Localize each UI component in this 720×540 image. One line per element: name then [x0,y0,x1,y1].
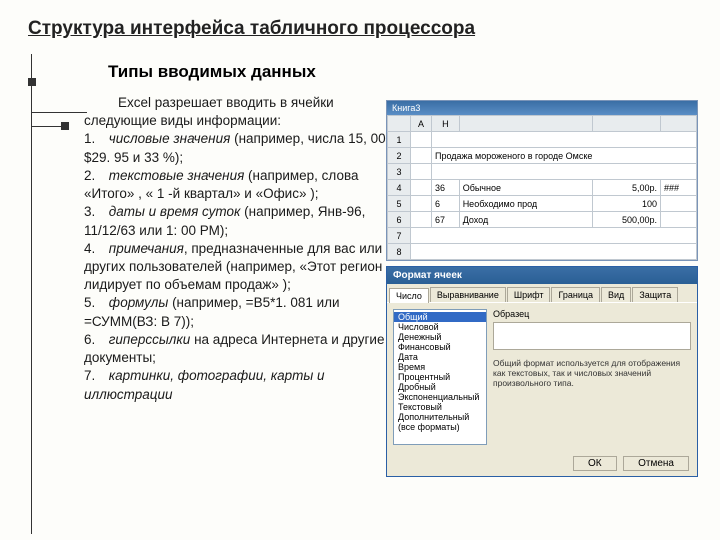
cell[interactable]: 36 [431,180,459,196]
list-item: 6. гиперссылки на адреса Интернета и дру… [84,331,404,367]
cell[interactable] [411,244,697,260]
cell[interactable]: 6 [431,196,459,212]
cell[interactable] [411,196,432,212]
tab-border[interactable]: Граница [551,287,600,302]
list-item[interactable]: Финансовый [394,342,486,352]
row-header[interactable]: 2 [388,148,411,164]
cell[interactable] [411,164,432,180]
ok-button[interactable]: ОК [573,456,617,471]
row-header[interactable]: 4 [388,180,411,196]
col-header[interactable] [661,116,697,132]
list-item[interactable]: Денежный [394,332,486,342]
cancel-button[interactable]: Отмена [623,456,689,471]
cell[interactable] [411,180,432,196]
row-header[interactable]: 8 [388,244,411,260]
cell[interactable]: 500,00р. [592,212,661,228]
dialog-title: Формат ячеек [387,267,697,284]
col-header[interactable] [459,116,592,132]
list-item[interactable]: Общий [394,312,486,322]
tab-number[interactable]: Число [389,288,429,303]
list-item: 5. формулы (например, =В5*1. 081 или =СУ… [84,294,404,330]
cell[interactable]: Продажа мороженого в городе Омске [431,148,696,164]
list-item[interactable]: (все форматы) [394,422,486,432]
cell[interactable] [411,148,432,164]
list-item[interactable]: Текстовый [394,402,486,412]
tab-alignment[interactable]: Выравнивание [430,287,506,302]
list-item: 7. картинки, фотографии, карты и иллюстр… [84,367,404,403]
spreadsheet-grid[interactable]: А Н 1 2 Продажа мороженого в городе Омске… [387,115,697,260]
tab-fill[interactable]: Вид [601,287,631,302]
list-item: 3. даты и время суток (например, Янв-96,… [84,203,404,239]
decoration-tick [31,126,65,127]
sample-box [493,322,691,350]
body-text: Excel разрешает вводить в ячейки следующ… [84,94,404,404]
dialog-tabs: Число Выравнивание Шрифт Граница Вид Защ… [387,284,697,302]
lead-text: Excel разрешает вводить в ячейки следующ… [84,94,404,130]
tab-protection[interactable]: Защита [632,287,678,302]
cell[interactable]: Обычное [459,180,592,196]
row-header[interactable]: 1 [388,132,411,148]
col-header[interactable] [592,116,661,132]
cell[interactable] [411,212,432,228]
col-header[interactable]: А [411,116,432,132]
cell[interactable] [661,212,697,228]
cell[interactable]: 100 [592,196,661,212]
cell[interactable] [411,228,697,244]
cell[interactable] [431,132,696,148]
list-item[interactable]: Дополнительный [394,412,486,422]
list-item[interactable]: Время [394,362,486,372]
list-item: 1. числовые значения (например, числа 15… [84,130,404,166]
workbook-title: Книга3 [387,101,697,115]
cell[interactable] [411,132,432,148]
list-item[interactable]: Экспоненциальный [394,392,486,402]
tab-font[interactable]: Шрифт [507,287,551,302]
format-cells-dialog: Формат ячеек Число Выравнивание Шрифт Гр… [386,266,698,477]
cell[interactable]: 67 [431,212,459,228]
format-list[interactable]: Общий Числовой Денежный Финансовый Дата … [393,309,487,445]
cell[interactable]: 5,00р. [592,180,661,196]
format-description: Общий формат используется для отображени… [493,356,691,391]
cell[interactable] [431,164,696,180]
list-item[interactable]: Дата [394,352,486,362]
list-item: 4. примечания, предназначенные для вас и… [84,240,404,295]
list-item[interactable]: Процентный [394,372,486,382]
list-item[interactable]: Числовой [394,322,486,332]
list-item: 2. текстовые значения (например, слова «… [84,167,404,203]
row-header[interactable]: 6 [388,212,411,228]
page-subtitle: Типы вводимых данных [108,62,692,82]
row-header[interactable]: 5 [388,196,411,212]
cell[interactable] [661,196,697,212]
row-header[interactable]: 7 [388,228,411,244]
page-title: Структура интерфейса табличного процессо… [28,18,692,40]
workbook-window: Книга3 А Н 1 2 Продажа мороженого в город… [386,100,698,261]
corner-cell[interactable] [388,116,411,132]
decoration-tick [31,112,87,113]
list-item[interactable]: Дробный [394,382,486,392]
cell[interactable]: Необходимо прод [459,196,592,212]
col-header[interactable]: Н [431,116,459,132]
row-header[interactable]: 3 [388,164,411,180]
sample-label: Образец [493,309,691,319]
cell[interactable]: Доход [459,212,592,228]
cell[interactable]: ### [661,180,697,196]
